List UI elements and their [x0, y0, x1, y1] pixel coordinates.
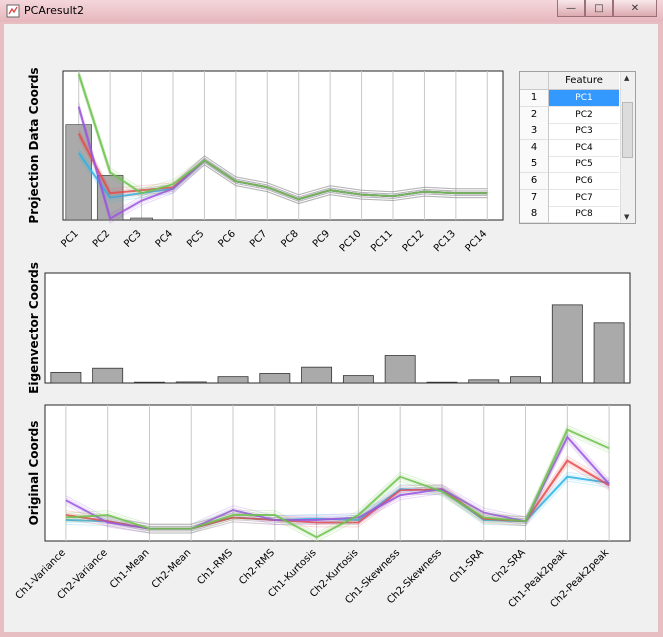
- table-row[interactable]: 2 PC2: [520, 106, 619, 124]
- table-row[interactable]: 4 PC4: [520, 139, 619, 157]
- row-number: 7: [520, 189, 549, 207]
- minimize-icon: —: [566, 2, 576, 14]
- feature-table[interactable]: Feature 1 PC1 2 PC2 3 PC3 4 PC4 5 PC5 6 PC6 7 PC7 8 PC8…: [519, 71, 636, 224]
- window-title: PCAresult2: [24, 4, 84, 17]
- minimize-button[interactable]: —: [557, 0, 585, 17]
- title-bar: PCAresult2 — □ ✕: [0, 0, 663, 22]
- close-icon: ✕: [630, 2, 640, 14]
- feature-cell[interactable]: PC3: [549, 123, 619, 141]
- feature-cell[interactable]: PC7: [549, 190, 619, 207]
- feature-cell[interactable]: PC5: [549, 156, 619, 174]
- row-number: 5: [520, 156, 549, 174]
- row-number: 2: [520, 106, 549, 124]
- table-row[interactable]: 7 PC7: [520, 189, 619, 207]
- row-number: 6: [520, 173, 549, 190]
- feature-cell[interactable]: PC1: [549, 90, 619, 107]
- feature-cell[interactable]: PC6: [549, 173, 619, 190]
- row-number: 4: [520, 139, 549, 157]
- table-scrollbar[interactable]: ▲ ▼: [620, 72, 635, 223]
- scroll-thumb[interactable]: [622, 102, 633, 158]
- table-row[interactable]: 6 PC6: [520, 173, 619, 190]
- table-row[interactable]: 5 PC5: [520, 156, 619, 174]
- table-row[interactable]: 8 PC8: [520, 206, 619, 223]
- feature-cell[interactable]: PC2: [549, 107, 619, 124]
- row-number: 8: [520, 206, 549, 223]
- maximize-icon: □: [594, 2, 604, 14]
- table-header-feature[interactable]: Feature: [549, 72, 619, 90]
- row-number: 1: [520, 90, 549, 107]
- table-row[interactable]: 3 PC3: [520, 123, 619, 141]
- row-number: 3: [520, 123, 549, 141]
- feature-cell[interactable]: PC8: [549, 206, 619, 223]
- matlab-figure-icon: [6, 4, 20, 18]
- feature-cell[interactable]: PC4: [549, 140, 619, 157]
- maximize-button[interactable]: □: [585, 0, 613, 17]
- scroll-up-icon[interactable]: ▲: [624, 74, 629, 82]
- close-button[interactable]: ✕: [613, 0, 657, 17]
- table-row[interactable]: 1 PC1: [520, 90, 619, 107]
- scroll-down-icon[interactable]: ▼: [624, 213, 629, 221]
- table-corner: [520, 72, 549, 90]
